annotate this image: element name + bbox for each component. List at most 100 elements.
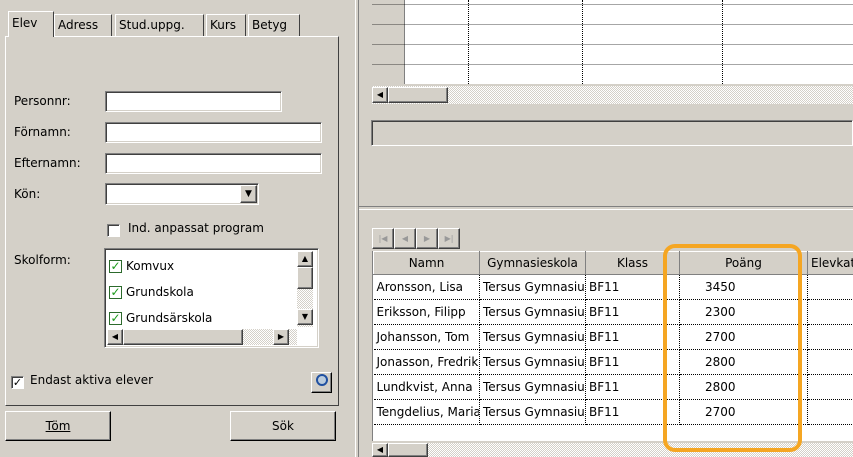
top-grid-hscrollbar[interactable]: ◀ bbox=[372, 86, 853, 104]
ind-program-label: Ind. anpassat program bbox=[128, 221, 264, 235]
skolform-label: Skolform: bbox=[14, 253, 71, 267]
kon-dropdown-button[interactable]: ▼ bbox=[240, 185, 257, 203]
scroll-up-button[interactable]: ▲ bbox=[297, 251, 313, 267]
next-icon: ▶ bbox=[423, 233, 431, 243]
column-header-elevkat[interactable]: Elevkat bbox=[807, 251, 853, 275]
list-item[interactable]: ✓ Grundskola bbox=[109, 285, 194, 299]
column-header-namn[interactable]: Namn bbox=[373, 251, 480, 275]
cell-namn[interactable]: Tengdelius, Maria bbox=[373, 399, 480, 425]
kon-label: Kön: bbox=[14, 187, 41, 201]
table-row[interactable]: Aronsson, Lisa Tersus Gymnasium BF11 345… bbox=[373, 274, 853, 300]
cell-gymnasieskola[interactable]: Tersus Gymnasium bbox=[479, 274, 586, 300]
list-item-label: Komvux bbox=[126, 259, 175, 273]
magnifier-icon bbox=[315, 374, 328, 386]
fornamn-input[interactable] bbox=[105, 122, 322, 143]
skolform-listbox[interactable]: ✓ Komvux ✓ Grundskola ✓ Grundsärskola ▲ ▼ ◀… bbox=[104, 248, 319, 348]
cell-klass[interactable]: BF11 bbox=[585, 374, 680, 400]
arrow-down-icon: ▼ bbox=[301, 312, 309, 321]
list-item-label: Grundskola bbox=[126, 285, 194, 299]
cell-elevkat[interactable] bbox=[807, 274, 853, 300]
cell-gymnasieskola[interactable]: Tersus Gymnasium bbox=[479, 349, 586, 375]
scroll-right-button[interactable]: ▶ bbox=[273, 329, 289, 345]
listbox-vscrollbar[interactable]: ▲ ▼ bbox=[297, 251, 313, 327]
cell-poang[interactable]: 2800 bbox=[679, 374, 808, 400]
check-icon: ✓ bbox=[109, 259, 122, 273]
cell-gymnasieskola[interactable]: Tersus Gymnasium bbox=[479, 399, 586, 425]
scroll-left-button[interactable]: ◀ bbox=[372, 87, 388, 103]
ind-program-checkbox[interactable] bbox=[107, 224, 120, 237]
scroll-thumb[interactable] bbox=[297, 267, 313, 289]
search-icon-button[interactable] bbox=[311, 372, 332, 393]
list-item[interactable]: ✓ Grundsärskola bbox=[109, 311, 212, 325]
sok-button-label: Sök bbox=[272, 419, 294, 433]
last-record-button[interactable]: ▶| bbox=[438, 228, 460, 249]
scroll-left-button[interactable]: ◀ bbox=[372, 443, 388, 457]
sok-button[interactable]: Sök bbox=[230, 411, 336, 441]
cell-namn[interactable]: Aronsson, Lisa bbox=[373, 274, 480, 300]
tab-kurs[interactable]: Kurs bbox=[206, 14, 246, 36]
table-row[interactable]: Lundkvist, Anna Tersus Gymnasium BF11 28… bbox=[373, 374, 853, 400]
endast-aktiva-checkbox[interactable]: ✓ bbox=[11, 376, 24, 389]
scroll-down-button[interactable]: ▼ bbox=[297, 309, 313, 325]
first-icon: |◀ bbox=[378, 233, 388, 243]
grid-col-line bbox=[722, 0, 724, 84]
data-grid: Namn Gymnasieskola Klass Poäng Elevkat A… bbox=[372, 251, 853, 441]
cell-klass[interactable]: BF11 bbox=[585, 349, 680, 375]
cell-klass[interactable]: BF11 bbox=[585, 274, 680, 300]
tab-betyg[interactable]: Betyg bbox=[248, 14, 300, 36]
cell-elevkat[interactable] bbox=[807, 374, 853, 400]
efternamn-input[interactable] bbox=[105, 153, 322, 174]
vertical-splitter[interactable] bbox=[355, 0, 359, 457]
table-row[interactable]: Jonasson, Fredrik Tersus Gymnasium BF11 … bbox=[373, 349, 853, 375]
scroll-left-button[interactable]: ◀ bbox=[107, 329, 123, 345]
cell-poang[interactable]: 3450 bbox=[679, 274, 808, 300]
next-record-button[interactable]: ▶ bbox=[416, 228, 438, 249]
column-header-poang[interactable]: Poäng bbox=[679, 251, 808, 275]
top-grid bbox=[372, 0, 853, 84]
cell-gymnasieskola[interactable]: Tersus Gymnasium bbox=[479, 299, 586, 325]
last-icon: ▶| bbox=[444, 233, 454, 243]
cell-poang[interactable]: 2300 bbox=[679, 299, 808, 325]
data-grid-hscrollbar[interactable]: ◀ bbox=[372, 443, 853, 457]
cell-gymnasieskola[interactable]: Tersus Gymnasium bbox=[479, 324, 586, 350]
grid-col-line bbox=[582, 0, 584, 84]
tab-stud-uppg[interactable]: Stud.uppg. bbox=[115, 14, 204, 36]
prev-record-button[interactable]: ◀ bbox=[394, 228, 416, 249]
scroll-thumb[interactable] bbox=[388, 443, 428, 457]
tab-elev[interactable]: Elev bbox=[8, 11, 54, 37]
cell-elevkat[interactable] bbox=[807, 349, 853, 375]
scroll-thumb[interactable] bbox=[388, 87, 448, 103]
cell-elevkat[interactable] bbox=[807, 299, 853, 325]
cell-elevkat[interactable] bbox=[807, 399, 853, 425]
tom-button-label: Töm bbox=[45, 419, 71, 433]
table-row[interactable]: Johansson, Tom Tersus Gymnasium BF11 270… bbox=[373, 324, 853, 350]
tom-button[interactable]: Töm bbox=[5, 411, 111, 441]
table-row[interactable]: Tengdelius, Maria Tersus Gymnasium BF11 … bbox=[373, 399, 853, 425]
check-icon: ✓ bbox=[109, 311, 122, 325]
arrow-left-icon: ◀ bbox=[376, 445, 384, 454]
column-header-gymnasieskola[interactable]: Gymnasieskola bbox=[479, 251, 586, 275]
column-header-klass[interactable]: Klass bbox=[585, 251, 680, 275]
table-row[interactable]: Eriksson, Filipp Tersus Gymnasium BF11 2… bbox=[373, 299, 853, 325]
cell-klass[interactable]: BF11 bbox=[585, 399, 680, 425]
grid-lines bbox=[372, 0, 853, 84]
cell-namn[interactable]: Johansson, Tom bbox=[373, 324, 480, 350]
cell-poang[interactable]: 2700 bbox=[679, 324, 808, 350]
cell-elevkat[interactable] bbox=[807, 324, 853, 350]
cell-gymnasieskola[interactable]: Tersus Gymnasium bbox=[479, 374, 586, 400]
cell-poang[interactable]: 2700 bbox=[679, 399, 808, 425]
cell-namn[interactable]: Lundkvist, Anna bbox=[373, 374, 480, 400]
cell-klass[interactable]: BF11 bbox=[585, 299, 680, 325]
scroll-thumb[interactable] bbox=[123, 329, 243, 345]
cell-klass[interactable]: BF11 bbox=[585, 324, 680, 350]
cell-namn[interactable]: Jonasson, Fredrik bbox=[373, 349, 480, 375]
first-record-button[interactable]: |◀ bbox=[372, 228, 394, 249]
right-top-panel: ◀ bbox=[360, 0, 853, 205]
kon-select[interactable]: ▼ bbox=[105, 183, 259, 205]
listbox-hscrollbar[interactable]: ◀ ▶ bbox=[107, 329, 297, 345]
tab-adress[interactable]: Adress bbox=[54, 14, 112, 36]
cell-poang[interactable]: 2800 bbox=[679, 349, 808, 375]
personnr-input[interactable] bbox=[105, 91, 282, 112]
cell-namn[interactable]: Eriksson, Filipp bbox=[373, 299, 480, 325]
list-item[interactable]: ✓ Komvux bbox=[109, 259, 174, 273]
